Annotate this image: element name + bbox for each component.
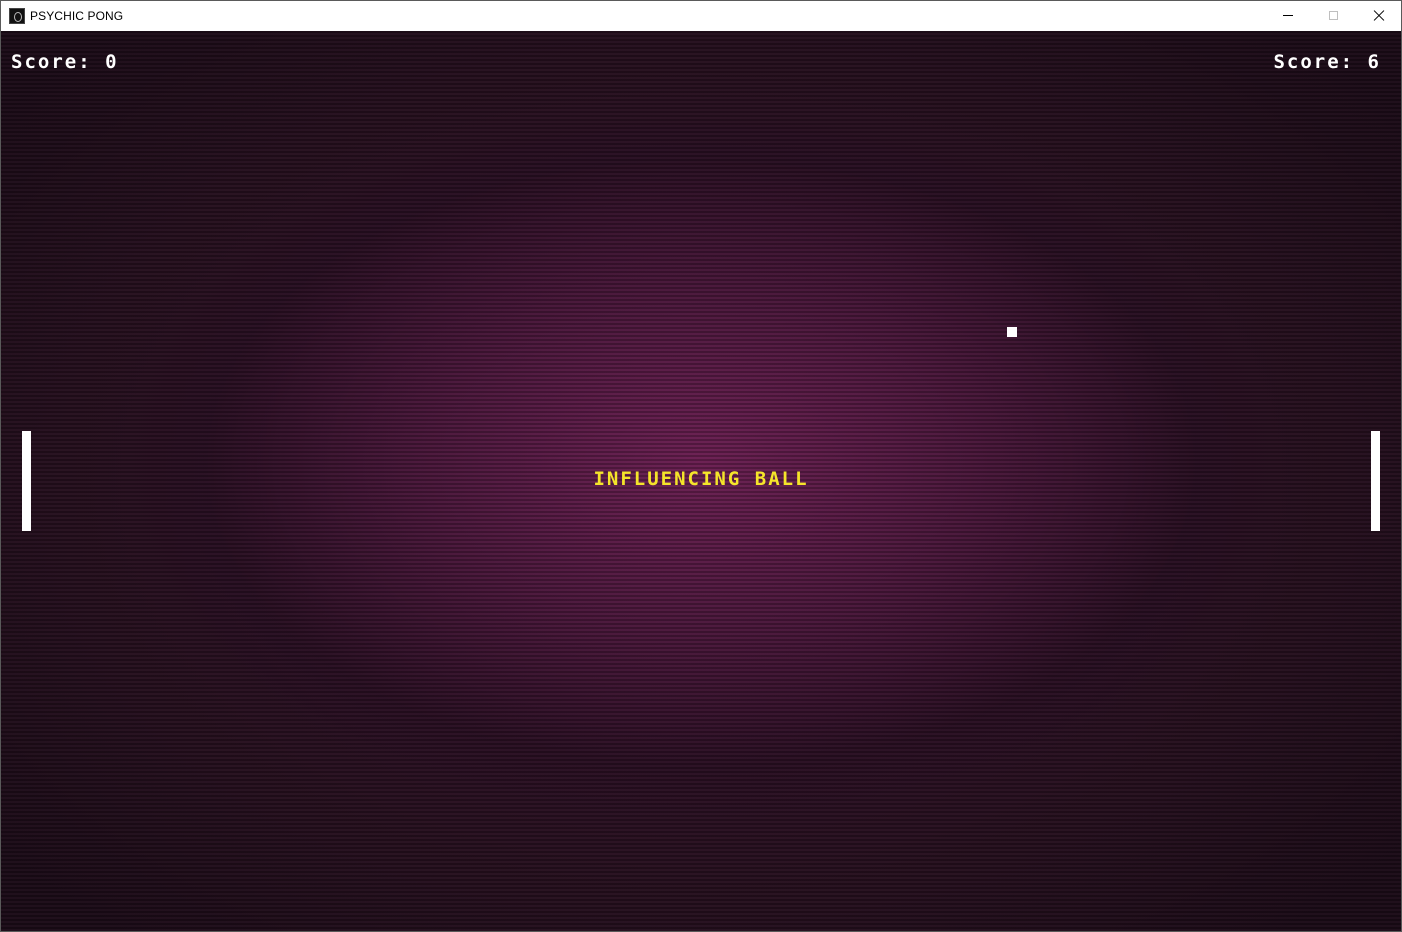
title-bar[interactable]: PSYCHIC PONG (1, 1, 1401, 31)
left-score-label: Score: (11, 51, 92, 73)
right-score-label: Score: (1273, 51, 1355, 73)
status-message: INFLUENCING BALL (593, 468, 809, 490)
window-controls (1266, 1, 1401, 31)
game-canvas[interactable]: Score: 0 Score: 6 INFLUENCING BALL (1, 31, 1401, 931)
app-icon (9, 8, 25, 24)
left-score-value: 0 (105, 51, 119, 73)
game-window: PSYCHIC PONG Score: 0 Score: 6 INFLUENCI… (0, 0, 1402, 932)
minimize-icon[interactable] (1266, 1, 1311, 31)
ball (1007, 327, 1017, 337)
left-score: Score: 0 (11, 51, 119, 73)
maximize-icon[interactable] (1311, 1, 1356, 31)
close-icon[interactable] (1356, 1, 1401, 31)
window-title: PSYCHIC PONG (30, 9, 124, 23)
right-score: Score: 6 (1273, 51, 1381, 73)
right-score-value: 6 (1367, 51, 1381, 73)
